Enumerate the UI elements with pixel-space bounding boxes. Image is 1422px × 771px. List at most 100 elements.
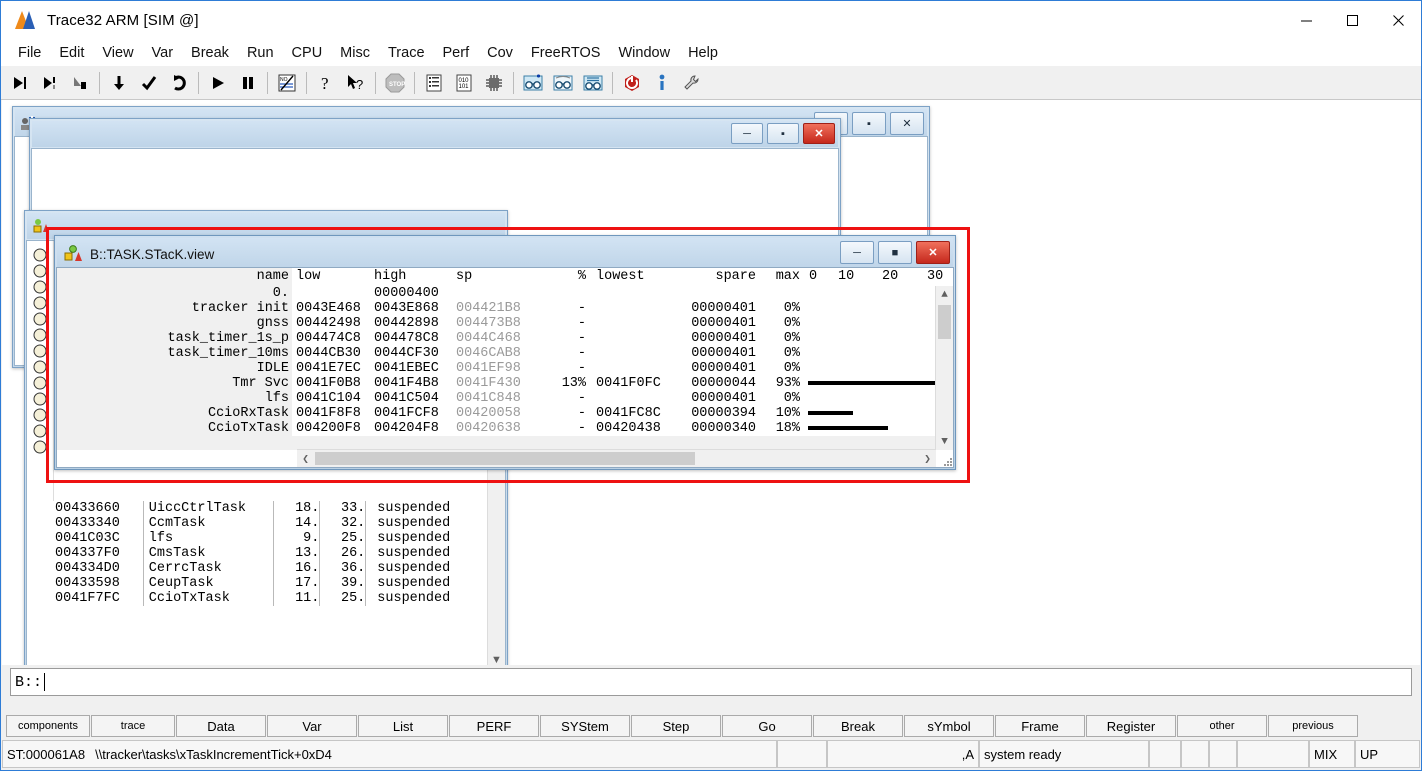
button-trace[interactable]: trace xyxy=(91,715,175,737)
column-header-percent[interactable]: % xyxy=(544,268,592,286)
step-again-icon[interactable] xyxy=(164,69,194,97)
bg-inner-minimize-button[interactable]: ─ xyxy=(731,123,763,144)
minimize-button[interactable] xyxy=(1283,1,1329,39)
register-icon[interactable] xyxy=(479,69,509,97)
scroll-down-icon[interactable]: ▼ xyxy=(936,433,953,450)
help-icon[interactable]: ? xyxy=(311,69,341,97)
menu-file[interactable]: File xyxy=(9,42,50,64)
button-perf[interactable]: PERF xyxy=(449,715,539,737)
bg-outer-maximize-button[interactable]: ▪ xyxy=(852,112,886,135)
table-row[interactable]: tracker init 0043E468 0043E868 004421B8 … xyxy=(57,301,953,316)
step-into-icon[interactable] xyxy=(35,69,65,97)
table-row[interactable]: task_timer_10ms 0044CB30 0044CF30 0046CA… xyxy=(57,346,953,361)
menu-run[interactable]: Run xyxy=(238,42,283,64)
column-header-name[interactable]: name xyxy=(57,268,292,286)
close-button[interactable] xyxy=(1375,1,1421,39)
help-pointer-icon[interactable]: ? xyxy=(341,69,371,97)
table-row[interactable]: 0041C03C lfs 9. 25. suspended xyxy=(53,531,487,546)
button-go[interactable]: Go xyxy=(722,715,812,737)
button-var[interactable]: Var xyxy=(267,715,357,737)
reset-icon[interactable] xyxy=(617,69,647,97)
stack-view-close-button[interactable]: ✕ xyxy=(916,241,950,264)
table-row[interactable]: 004334D0 CerrcTask 16. 36. suspended xyxy=(53,561,487,576)
step-return-icon[interactable] xyxy=(134,69,164,97)
stack-view-maximize-button[interactable]: ■ xyxy=(878,241,912,264)
button-register[interactable]: Register xyxy=(1086,715,1176,737)
column-header-max[interactable]: max xyxy=(756,268,805,286)
menu-perf[interactable]: Perf xyxy=(434,42,479,64)
button-frame[interactable]: Frame xyxy=(995,715,1085,737)
column-header-lowest[interactable]: lowest xyxy=(592,268,672,286)
menu-window[interactable]: Window xyxy=(609,42,679,64)
button-step[interactable]: Step xyxy=(631,715,721,737)
status-updown[interactable]: UP xyxy=(1355,740,1420,768)
scroll-thumb[interactable] xyxy=(315,452,695,465)
table-row[interactable]: gnss 00442498 00442898 004473B8 - 000004… xyxy=(57,316,953,331)
view-icon[interactable] xyxy=(578,69,608,97)
break-icon[interactable] xyxy=(233,69,263,97)
stack-view-minimize-button[interactable]: ─ xyxy=(840,241,874,264)
stack-view-title-bar[interactable]: B::TASK.STacK.view ─ ■ ✕ xyxy=(57,238,953,270)
scroll-right-icon[interactable]: ❯ xyxy=(919,450,936,467)
table-row[interactable]: 00433660 UiccCtrlTask 18. 33. suspended xyxy=(53,501,487,516)
column-header-low[interactable]: low xyxy=(292,268,374,286)
menu-view[interactable]: View xyxy=(93,42,142,64)
button-system[interactable]: SYStem xyxy=(540,715,630,737)
stack-view-horizontal-scrollbar[interactable]: ❮ ❯ xyxy=(297,449,936,467)
menu-trace[interactable]: Trace xyxy=(379,42,434,64)
scroll-thumb[interactable] xyxy=(938,305,951,339)
bg-inner-close-button[interactable]: ✕ xyxy=(803,123,835,144)
scroll-left-icon[interactable]: ❮ xyxy=(297,450,314,467)
step-out-icon[interactable] xyxy=(65,69,95,97)
column-header-sp[interactable]: sp xyxy=(452,268,544,286)
watch-icon[interactable] xyxy=(548,69,578,97)
menu-freertos[interactable]: FreeRTOS xyxy=(522,42,610,64)
button-symbol[interactable]: sYmbol xyxy=(904,715,994,737)
menu-help[interactable]: Help xyxy=(679,42,727,64)
scroll-up-icon[interactable]: ▲ xyxy=(936,286,953,303)
bg-inner-maximize-button[interactable]: ▪ xyxy=(767,123,799,144)
settings-icon[interactable] xyxy=(677,69,707,97)
column-header-spare[interactable]: spare xyxy=(672,268,756,286)
button-components[interactable]: components xyxy=(6,715,90,737)
menu-cpu[interactable]: CPU xyxy=(283,42,332,64)
table-row[interactable]: Tmr Svc 0041F0B8 0041F4B8 0041F430 13% 0… xyxy=(57,376,953,391)
menu-misc[interactable]: Misc xyxy=(331,42,379,64)
scroll-down-icon[interactable]: ▼ xyxy=(488,651,505,666)
data-dump-icon[interactable]: 010 101 xyxy=(449,69,479,97)
menu-break[interactable]: Break xyxy=(182,42,238,64)
stack-view-resize-grip[interactable] xyxy=(938,452,952,466)
menu-cov[interactable]: Cov xyxy=(478,42,522,64)
stack-view-window[interactable]: B::TASK.STacK.view ─ ■ ✕ name low high s… xyxy=(54,235,956,470)
table-row[interactable]: CcioTxTask 004200F8 004204F8 00420638 - … xyxy=(57,421,953,436)
table-row[interactable]: 00433598 CeupTask 17. 39. suspended xyxy=(53,576,487,591)
table-row[interactable]: 0041F7FC CcioTxTask 11. 25. suspended xyxy=(53,591,487,606)
step-down-icon[interactable] xyxy=(104,69,134,97)
table-row[interactable]: CcioRxTask 0041F8F8 0041FCF8 00420058 - … xyxy=(57,406,953,421)
no-trace-icon[interactable]: NO xyxy=(272,69,302,97)
button-data[interactable]: Data xyxy=(176,715,266,737)
column-header-high[interactable]: high xyxy=(374,268,452,286)
go-icon[interactable] xyxy=(203,69,233,97)
button-break[interactable]: Break xyxy=(813,715,903,737)
table-row[interactable]: 004337F0 CmsTask 13. 26. suspended xyxy=(53,546,487,561)
bg-outer-close-button[interactable]: ✕ xyxy=(890,112,924,135)
table-row[interactable]: task_timer_1s_p 004474C8 004478C8 0044C4… xyxy=(57,331,953,346)
stack-view-vertical-scrollbar[interactable]: ▲ ▼ xyxy=(935,286,953,450)
table-row[interactable]: 0. 00000400 xyxy=(57,286,953,301)
command-line[interactable]: B:: xyxy=(10,668,1412,696)
button-other[interactable]: other xyxy=(1177,715,1267,737)
maximize-button[interactable] xyxy=(1329,1,1375,39)
info-icon[interactable] xyxy=(647,69,677,97)
menu-edit[interactable]: Edit xyxy=(50,42,93,64)
list-icon[interactable] xyxy=(419,69,449,97)
button-previous[interactable]: previous xyxy=(1268,715,1358,737)
button-list[interactable]: List xyxy=(358,715,448,737)
status-mode[interactable]: MIX xyxy=(1309,740,1355,768)
step-over-icon[interactable] xyxy=(5,69,35,97)
add-watch-icon[interactable] xyxy=(518,69,548,97)
table-row[interactable]: lfs 0041C104 0041C504 0041C848 - 0000040… xyxy=(57,391,953,406)
table-row[interactable]: 00433340 CcmTask 14. 32. suspended xyxy=(53,516,487,531)
menu-var[interactable]: Var xyxy=(143,42,183,64)
table-row[interactable]: IDLE 0041E7EC 0041EBEC 0041EF98 - 000004… xyxy=(57,361,953,376)
